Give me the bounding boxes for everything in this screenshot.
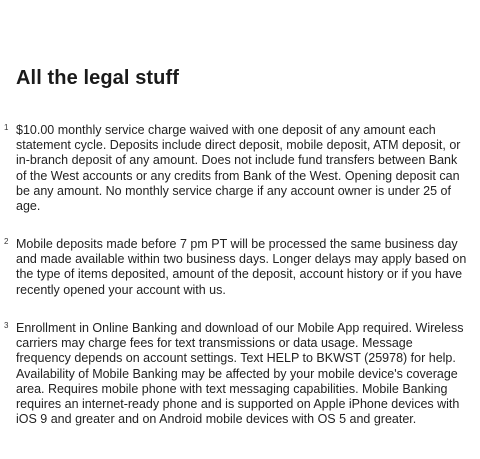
footnote-text: Mobile deposits made before 7 pm PT will… — [16, 237, 467, 297]
footnote-number: 3 — [4, 321, 9, 330]
footnote-text: Enrollment in Online Banking and downloa… — [16, 321, 464, 427]
footnote-number: 2 — [4, 237, 9, 246]
footnote-number: 1 — [4, 123, 9, 132]
page-title: All the legal stuff — [16, 67, 180, 89]
footnote-text: $10.00 monthly service charge waived wit… — [16, 123, 461, 214]
legal-disclosures-page: All the legal stuff 1 $10.00 monthly ser… — [0, 0, 480, 459]
